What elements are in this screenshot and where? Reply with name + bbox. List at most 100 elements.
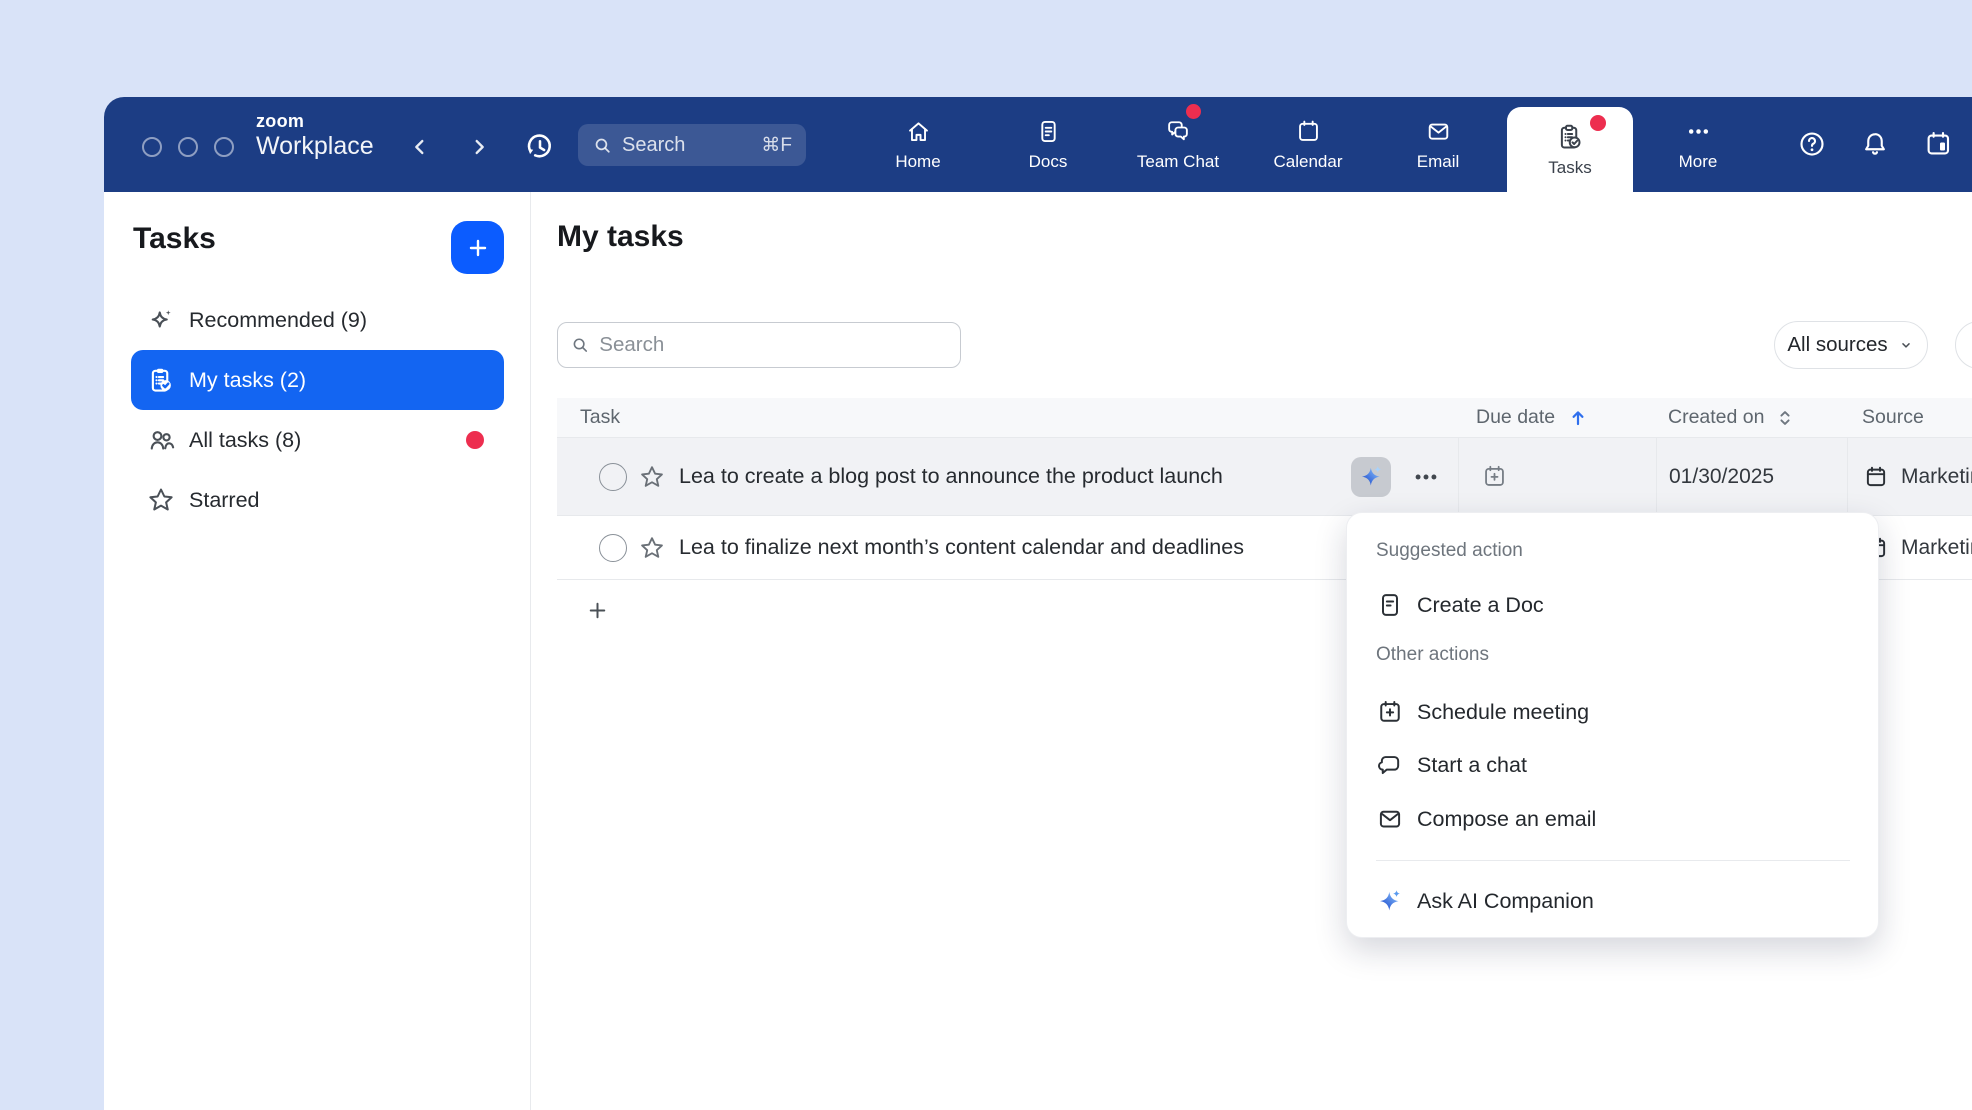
- sources-filter-dropdown[interactable]: All sources: [1774, 321, 1928, 369]
- email-icon: [1376, 805, 1404, 833]
- column-header-source[interactable]: Source: [1847, 398, 1972, 437]
- task-complete-radio[interactable]: [599, 463, 627, 491]
- nav-item-tasks-active[interactable]: Tasks: [1507, 107, 1633, 192]
- ai-companion-actions-button[interactable]: [1351, 457, 1391, 497]
- column-header-due-date[interactable]: Due date: [1458, 398, 1656, 437]
- tasks-notification-dot: [1590, 115, 1606, 131]
- bell-icon: [1860, 129, 1890, 159]
- sidebar-title: Tasks: [133, 222, 216, 256]
- nav-item-docs[interactable]: Docs: [983, 97, 1113, 192]
- nav-label: Calendar: [1274, 152, 1343, 172]
- plus-icon: [465, 235, 491, 261]
- table-header-row: Task Due date Created on Source: [557, 398, 1972, 438]
- star-toggle-icon[interactable]: [638, 463, 666, 491]
- nav-label: Team Chat: [1137, 152, 1219, 172]
- task-row-1[interactable]: Lea to create a blog post to announce th…: [557, 438, 1972, 516]
- window-controls[interactable]: [142, 137, 234, 157]
- window-close-button[interactable]: [142, 137, 162, 157]
- help-icon: [1797, 129, 1827, 159]
- menu-section-label: Other actions: [1376, 644, 1489, 666]
- nav-item-more[interactable]: More: [1633, 97, 1763, 192]
- notifications-button[interactable]: [1860, 129, 1890, 159]
- nav-label: Tasks: [1548, 158, 1591, 178]
- clipped-filter-button[interactable]: [1955, 321, 1972, 369]
- mini-calendar-panel-button[interactable]: [1923, 129, 1953, 159]
- brand-logo: zoom Workplace: [256, 112, 374, 159]
- window-minimize-button[interactable]: [178, 137, 198, 157]
- back-button[interactable]: [406, 133, 434, 161]
- source-cell: Marketing: [1847, 438, 1972, 515]
- page-title: My tasks: [557, 220, 684, 254]
- menu-item-compose-email[interactable]: Compose an email: [1347, 793, 1878, 845]
- menu-divider: [1376, 860, 1850, 861]
- due-date-cell[interactable]: [1458, 438, 1656, 515]
- sidebar-item-all-tasks[interactable]: All tasks (8): [131, 410, 504, 470]
- task-search-input[interactable]: [599, 333, 948, 357]
- task-title: Lea to finalize next month’s content cal…: [679, 535, 1244, 560]
- email-icon: [1425, 118, 1452, 145]
- people-icon: [146, 425, 176, 455]
- sidebar-item-label: Recommended (9): [189, 308, 367, 333]
- brand-zoom-text: zoom: [256, 112, 374, 130]
- search-icon: [592, 135, 613, 156]
- created-on-cell: 01/30/2025: [1656, 438, 1847, 515]
- global-search-placeholder: Search: [622, 134, 685, 157]
- my-tasks-panel: My tasks All sources Task Due date Creat…: [531, 192, 1972, 1110]
- star-toggle-icon[interactable]: [638, 534, 666, 562]
- search-shortcut: ⌘F: [761, 134, 792, 157]
- header-utility-icons: [1797, 129, 1953, 159]
- sidebar-item-label: Starred: [189, 488, 260, 513]
- sidebar-item-my-tasks[interactable]: My tasks (2): [131, 350, 504, 410]
- window-maximize-button[interactable]: [214, 137, 234, 157]
- column-header-task[interactable]: Task: [557, 398, 1458, 437]
- doc-icon: [1376, 591, 1404, 619]
- menu-item-ask-ai-companion[interactable]: Ask AI Companion: [1347, 875, 1878, 927]
- task-complete-radio[interactable]: [599, 534, 627, 562]
- plus-icon: [585, 598, 610, 623]
- calendar-icon: [1295, 118, 1322, 145]
- nav-item-team-chat[interactable]: Team Chat: [1113, 97, 1243, 192]
- global-search-bar[interactable]: Search ⌘F: [578, 124, 806, 166]
- task-search-field[interactable]: [557, 322, 961, 368]
- more-actions-button[interactable]: [1412, 463, 1440, 491]
- calendar-source-icon: [1863, 464, 1889, 490]
- sidebar-item-recommended[interactable]: Recommended (9): [131, 290, 504, 350]
- team-chat-icon: [1164, 117, 1192, 145]
- menu-item-start-chat[interactable]: Start a chat: [1347, 739, 1878, 791]
- all-tasks-notification-dot: [466, 431, 484, 449]
- source-label: Marketing: [1901, 465, 1972, 489]
- sort-ascending-icon: [1566, 406, 1590, 430]
- history-clock-icon: [523, 130, 557, 164]
- chevron-down-icon: [1897, 336, 1915, 354]
- team-chat-notification-dot: [1186, 104, 1201, 119]
- brand-workplace-text: Workplace: [256, 134, 374, 159]
- sidebar-item-starred[interactable]: Starred: [131, 470, 504, 530]
- nav-label: Docs: [1029, 152, 1068, 172]
- sort-toggle-icon: [1773, 406, 1797, 430]
- column-header-created-on[interactable]: Created on: [1656, 398, 1847, 437]
- menu-item-create-doc[interactable]: Create a Doc: [1347, 579, 1878, 631]
- source-label: Marketing: [1901, 536, 1972, 560]
- ai-companion-icon: [1376, 887, 1404, 915]
- calendar-panel-icon: [1923, 129, 1953, 159]
- chat-bubble-icon: [1376, 751, 1404, 779]
- add-task-button[interactable]: [451, 221, 504, 274]
- menu-section-label: Suggested action: [1376, 540, 1523, 562]
- nav-item-calendar[interactable]: Calendar: [1243, 97, 1373, 192]
- star-icon: [146, 485, 176, 515]
- help-button[interactable]: [1797, 129, 1827, 159]
- sidebar-item-label: My tasks (2): [189, 368, 306, 393]
- nav-label: More: [1679, 152, 1718, 172]
- calendar-add-icon: [1376, 698, 1404, 726]
- app-window: zoom Workplace Search ⌘F: [104, 97, 1972, 1110]
- forward-button[interactable]: [465, 133, 493, 161]
- tasks-sidebar: Tasks Recommended (9): [104, 192, 531, 1110]
- history-button[interactable]: [523, 130, 557, 164]
- calendar-add-icon: [1481, 463, 1508, 490]
- home-icon: [905, 118, 932, 145]
- ellipsis-icon: [1412, 463, 1440, 491]
- nav-item-home[interactable]: Home: [853, 97, 983, 192]
- nav-item-email[interactable]: Email: [1373, 97, 1503, 192]
- menu-item-schedule-meeting[interactable]: Schedule meeting: [1347, 686, 1878, 738]
- nav-label: Email: [1417, 152, 1460, 172]
